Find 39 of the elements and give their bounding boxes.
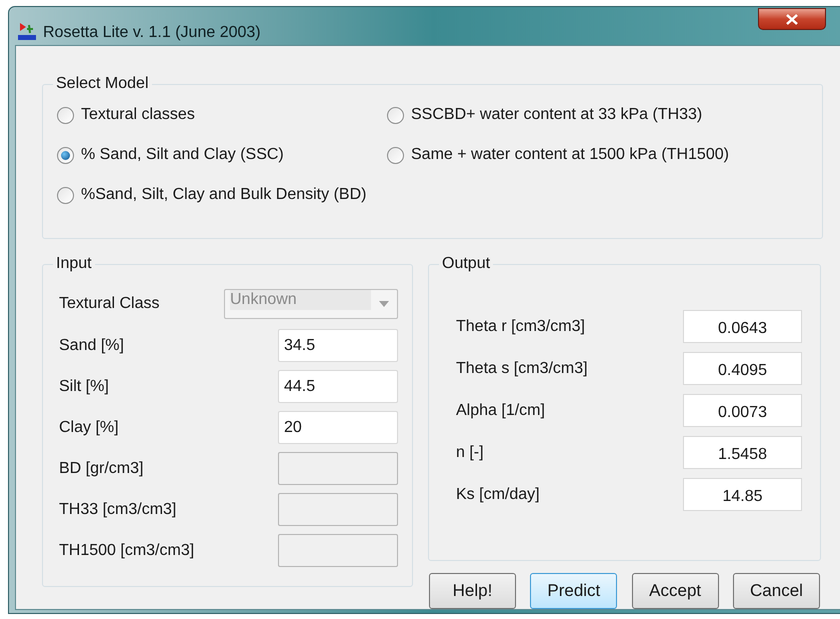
- radio-label: SSCBD+ water content at 33 kPa (TH33): [411, 105, 702, 125]
- field-label: Sand [%]: [59, 336, 124, 356]
- output-field: 0.0073: [683, 394, 802, 427]
- field-label: n [-]: [456, 442, 484, 462]
- field-label: Clay [%]: [59, 418, 119, 438]
- output-field: 14.85: [683, 478, 802, 511]
- input-field[interactable]: 20: [278, 411, 398, 444]
- radio-button[interactable]: [387, 106, 404, 124]
- radio-label: %Sand, Silt, Clay and Bulk Density (BD): [81, 185, 366, 205]
- close-icon: [786, 14, 798, 24]
- dialog-button[interactable]: Predict: [530, 573, 618, 609]
- radio-button[interactable]: [57, 186, 74, 204]
- output-field: 0.4095: [683, 352, 802, 385]
- radio-label: Same + water content at 1500 kPa (TH1500): [411, 145, 729, 165]
- field-label: BD [gr/cm3]: [59, 458, 144, 478]
- close-button[interactable]: [758, 8, 826, 30]
- field-label: Textural Class: [59, 294, 160, 314]
- field-label: Silt [%]: [59, 376, 109, 396]
- field-label: TH33 [cm3/cm3]: [59, 500, 176, 520]
- dropdown-arrow-icon: [379, 301, 389, 307]
- radio-button[interactable]: [57, 146, 74, 164]
- radio-button[interactable]: [387, 146, 404, 164]
- field-label: Ks [cm/day]: [456, 484, 540, 504]
- output-field: 1.5458: [683, 436, 802, 469]
- radio-label: % Sand, Silt and Clay (SSC): [81, 145, 284, 165]
- dialog-button[interactable]: Accept: [632, 573, 719, 609]
- radio-label: Textural classes: [81, 105, 195, 125]
- output-field: 0.0643: [683, 310, 802, 343]
- window-title: Rosetta Lite v. 1.1 (June 2003): [43, 23, 261, 43]
- field-label: Alpha [1/cm]: [456, 400, 545, 420]
- input-field[interactable]: 34.5: [278, 329, 398, 362]
- dialog-button[interactable]: Cancel: [732, 573, 820, 609]
- field-label: Theta r [cm3/cm3]: [456, 316, 585, 336]
- field-label: TH1500 [cm3/cm3]: [59, 540, 194, 560]
- field-label: Theta s [cm3/cm3]: [456, 358, 588, 378]
- dialog-button[interactable]: Help!: [429, 573, 516, 609]
- input-field[interactable]: 44.5: [278, 370, 398, 403]
- radio-button[interactable]: [57, 106, 74, 124]
- app-icon: [17, 21, 37, 41]
